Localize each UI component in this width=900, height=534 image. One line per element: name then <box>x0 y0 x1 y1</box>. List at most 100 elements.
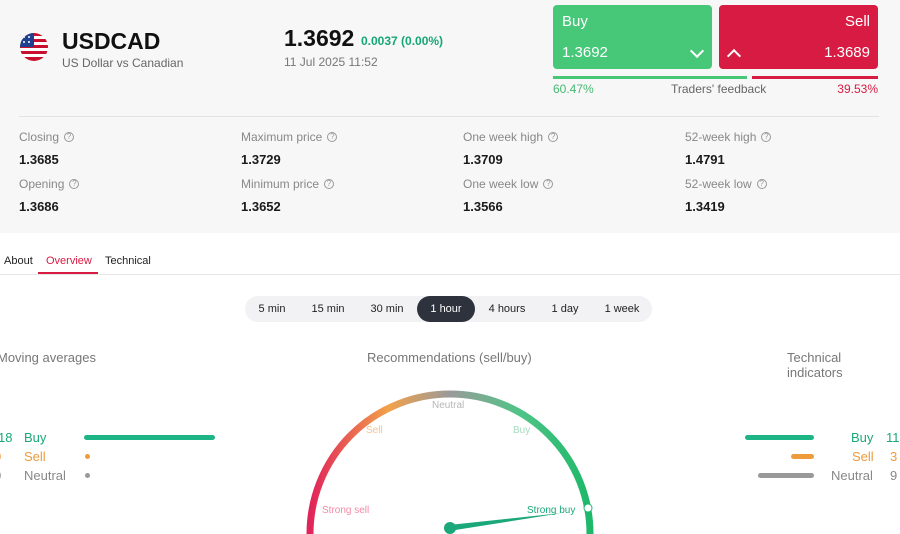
recommendations-title: Recommendations (sell/buy) <box>367 350 532 365</box>
stat-value: 1.3729 <box>241 152 281 167</box>
ti-buy-row: Buy 11 <box>740 430 900 446</box>
sell-price: 1.3689 <box>824 44 870 61</box>
moving-averages-title: Moving averages <box>0 350 96 365</box>
feedback-sell-percent: 39.53% <box>837 82 878 96</box>
feedback-sell-bar <box>752 76 878 79</box>
ti-sell-row: Sell 3 <box>740 449 900 465</box>
sell-button[interactable]: Sell 1.3689 <box>719 5 878 69</box>
ti-neutral-row: Neutral 9 <box>740 468 900 484</box>
stat-opening: Opening? 1.3686 <box>19 177 80 214</box>
stat-label: 52-week high <box>685 130 757 144</box>
help-icon[interactable]: ? <box>324 179 335 189</box>
instrument-header-panel: USDCAD US Dollar vs Canadian 1.3692 0.00… <box>0 0 900 233</box>
gauge-needle-hub <box>444 522 456 534</box>
chevron-up-icon <box>726 48 742 64</box>
ma-buy-label: Buy <box>24 430 47 445</box>
stat-closing: Closing? 1.3685 <box>19 130 75 167</box>
gauge-label-buy: Buy <box>513 425 530 436</box>
page-tabs: About Overview Technical <box>0 251 900 275</box>
stat-value: 1.3419 <box>685 199 725 214</box>
current-price: 1.3692 <box>284 25 355 51</box>
buy-price: 1.3692 <box>562 44 608 61</box>
timeframe-4hours[interactable]: 4 hours <box>479 296 535 322</box>
help-icon[interactable]: ? <box>761 132 772 142</box>
tab-technical[interactable]: Technical <box>105 255 151 267</box>
help-icon[interactable]: ? <box>548 132 559 142</box>
price-change: 0.0037 (0.00%) <box>361 34 444 48</box>
tab-about[interactable]: About <box>4 255 33 267</box>
timeframe-selector: 5 min 15 min 30 min 1 hour 4 hours 1 day… <box>245 296 652 322</box>
tab-overview[interactable]: Overview <box>46 255 92 267</box>
buy-button-label: Buy <box>562 13 588 30</box>
help-icon[interactable]: ? <box>756 179 767 189</box>
ti-sell-bar <box>791 454 814 459</box>
stat-label: One week low <box>463 177 539 191</box>
stat-label: 52-week low <box>685 177 752 191</box>
ti-sell-label: Sell <box>852 449 874 464</box>
chevron-down-icon <box>689 43 705 59</box>
stat-one-week-low: One week low? 1.3566 <box>463 177 554 214</box>
ti-neutral-label: Neutral <box>831 468 873 483</box>
ma-neutral-row: 0 Neutral <box>0 468 220 484</box>
stat-52-week-high: 52-week high? 1.4791 <box>685 130 772 167</box>
ma-neutral-label: Neutral <box>24 468 66 483</box>
help-icon[interactable]: ? <box>543 179 554 189</box>
ma-sell-count: 0 <box>0 449 1 464</box>
ma-sell-row: 0 Sell <box>0 449 220 465</box>
ma-neutral-count: 0 <box>0 468 1 483</box>
stat-label: Minimum price <box>241 177 320 191</box>
price-timestamp: 11 Jul 2025 11:52 <box>284 55 378 69</box>
gauge-label-strong-sell: Strong sell <box>322 505 369 516</box>
ti-neutral-bar <box>758 473 814 478</box>
gauge-label-sell: Sell <box>366 425 383 436</box>
instrument-name: US Dollar vs Canadian <box>62 56 184 70</box>
ti-sell-count: 3 <box>890 449 898 464</box>
us-flag-icon <box>20 33 48 61</box>
sell-button-label: Sell <box>844 13 870 30</box>
stat-value: 1.4791 <box>685 152 725 167</box>
ti-neutral-count: 9 <box>890 468 898 483</box>
timeframe-15min[interactable]: 15 min <box>302 296 354 322</box>
divider <box>19 116 879 117</box>
ma-sell-label: Sell <box>24 449 46 464</box>
timeframe-1day[interactable]: 1 day <box>541 296 589 322</box>
ti-buy-count: 11 <box>886 430 900 445</box>
help-icon[interactable]: ? <box>69 179 80 189</box>
timeframe-5min[interactable]: 5 min <box>249 296 295 322</box>
stat-one-week-high: One week high? 1.3709 <box>463 130 559 167</box>
stat-label: Opening <box>19 177 65 191</box>
ma-buy-row: 18 Buy <box>0 430 220 446</box>
instrument-symbol: USDCAD <box>62 28 161 54</box>
stat-value: 1.3566 <box>463 199 503 214</box>
ma-neutral-bar <box>85 473 90 478</box>
timeframe-1hour[interactable]: 1 hour <box>417 296 475 322</box>
buy-button[interactable]: Buy 1.3692 <box>553 5 712 69</box>
feedback-buy-percent: 60.47% <box>553 82 594 96</box>
stat-value: 1.3685 <box>19 152 59 167</box>
traders-feedback-label: Traders' feedback <box>671 82 767 96</box>
feedback-buy-bar <box>553 76 747 79</box>
ti-buy-label: Buy <box>851 430 874 445</box>
stat-maximum-price: Maximum price? 1.3729 <box>241 130 338 167</box>
stat-label: Closing <box>19 130 60 144</box>
help-icon[interactable]: ? <box>64 132 75 142</box>
ti-buy-bar <box>745 435 814 440</box>
stat-value: 1.3686 <box>19 199 59 214</box>
stat-52-week-low: 52-week low? 1.3419 <box>685 177 767 214</box>
stat-label: Maximum price <box>241 130 323 144</box>
stat-value: 1.3709 <box>463 152 503 167</box>
ma-sell-bar <box>85 454 90 459</box>
stat-label: One week high <box>463 130 544 144</box>
recommendation-gauge: Strong sell Sell Neutral Buy Strong buy <box>306 390 594 534</box>
gauge-label-neutral: Neutral <box>432 400 464 411</box>
stat-value: 1.3652 <box>241 199 281 214</box>
active-tab-indicator <box>38 272 98 274</box>
ma-buy-count: 18 <box>0 430 13 445</box>
technical-indicators-title: Technical indicators <box>787 350 843 380</box>
stat-minimum-price: Minimum price? 1.3652 <box>241 177 335 214</box>
ma-buy-bar <box>84 435 215 440</box>
gauge-end-marker <box>583 503 593 513</box>
timeframe-1week[interactable]: 1 week <box>595 296 649 322</box>
timeframe-30min[interactable]: 30 min <box>361 296 413 322</box>
help-icon[interactable]: ? <box>327 132 338 142</box>
